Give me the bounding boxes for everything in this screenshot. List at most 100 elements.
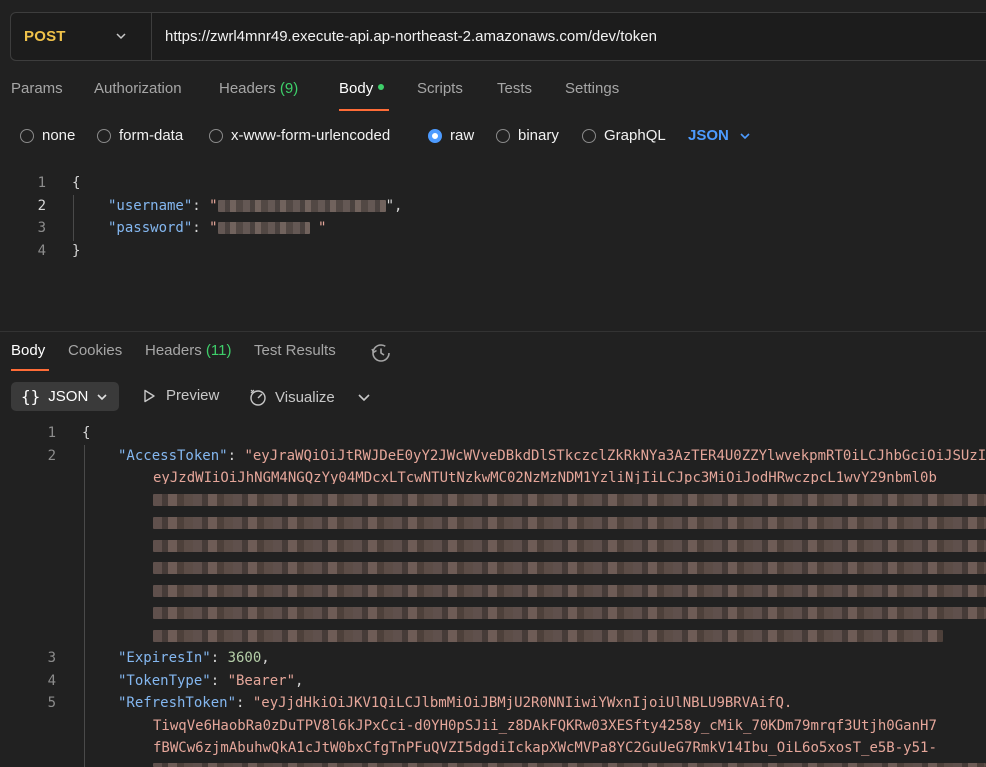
redacted-token-line [153,630,943,642]
radio-binary[interactable]: binary [496,127,559,144]
resp-tab-test-results[interactable]: Test Results [254,342,336,359]
redacted-token-line [153,585,986,597]
code-line-refresh-token-cont: fBWCw6zjmAbuhwQkA1cJtW0bxCfgTnPFuQVZI5dg… [153,740,937,756]
radio-form-data[interactable]: form-data [97,127,183,144]
tab-body[interactable]: Body [339,80,385,97]
line-number: 4 [37,243,46,259]
redacted-token-line [153,562,986,574]
line-number: 4 [47,673,56,689]
code-close-brace: } [72,243,81,259]
redacted-token-line [153,517,986,529]
json-key: "username" [108,198,193,214]
code-line-username: "username": " ", [108,198,403,214]
json-quote: " [209,198,218,214]
code-line-expires: "ExpiresIn": 3600, [118,650,270,666]
modified-dot-icon [378,84,385,91]
radio-raw[interactable]: raw [428,127,474,144]
redacted-value [217,222,310,234]
chevron-down-icon [740,132,750,139]
radio-selected-icon [428,128,442,143]
radio-graphql[interactable]: GraphQL [582,127,666,144]
tab-tests[interactable]: Tests [497,80,532,97]
radio-circle-icon [20,128,34,143]
radio-circle-icon [209,128,223,143]
code-line-access-token-cont: eyJzdWIiOiJhNGM4NGQzYy04MDcxLTcwNTUtNzkw… [153,470,937,484]
redacted-token-line [153,540,986,552]
json-number: 3600 [227,650,262,666]
visualize-icon [250,389,266,406]
line-number: 1 [47,425,56,441]
panel-divider[interactable] [0,331,986,332]
redacted-value [217,200,386,212]
tab-params[interactable]: Params [11,80,63,97]
chevron-down-icon[interactable] [357,390,371,404]
radio-none[interactable]: none [20,127,75,144]
tab-scripts[interactable]: Scripts [417,80,463,97]
request-url-bar: POST https://zwrl4mnr49.execute-api.ap-n… [10,12,986,61]
json-key: "ExpiresIn" [118,650,211,666]
headers-count: (9) [279,80,299,97]
redacted-token-line [153,494,986,506]
response-format-label: JSON [48,388,89,405]
radio-binary-label: binary [518,127,559,144]
code-open-brace: { [72,175,81,191]
line-number: 3 [37,220,46,236]
tab-headers-label: Headers [219,80,276,97]
radio-graphql-label: GraphQL [604,127,666,144]
response-format-selector[interactable]: {} JSON [11,382,119,411]
radio-urlencoded[interactable]: x-www-form-urlencoded [209,127,390,144]
json-key: "RefreshToken" [118,695,237,711]
method-label: POST [24,28,66,45]
language-selector[interactable]: JSON [688,127,751,144]
line-number: 5 [47,695,56,711]
redacted-token-line [153,607,986,619]
visualize-button[interactable]: Visualize [248,387,335,407]
active-tab-indicator [339,109,389,111]
radio-raw-label: raw [450,127,475,144]
url-input[interactable]: https://zwrl4mnr49.execute-api.ap-northe… [152,28,657,45]
resp-tab-body[interactable]: Body [11,342,45,359]
json-key: "password" [108,220,193,236]
history-icon[interactable] [370,342,392,364]
line-number: 2 [47,448,56,464]
code-line-access-token: "AccessToken": "eyJraWQiOiJtRWJDeE0yY2JW… [118,448,986,464]
json-quote: " [209,220,218,236]
chevron-down-icon [97,393,107,400]
tab-headers[interactable]: Headers (9) [219,80,298,97]
resp-tab-headers[interactable]: Headers (11) [145,342,231,359]
language-label: JSON [688,127,729,144]
code-line-refresh-token-cont: TiwqVe6HaobRa0zDuTPV8l6kJPxCci-d0YH0pSJi… [153,718,937,734]
json-punct: ", [385,198,403,214]
tab-authorization[interactable]: Authorization [94,80,182,97]
json-key: "AccessToken" [118,448,228,464]
radio-form-data-label: form-data [119,127,184,144]
json-quote: " [309,220,327,236]
resp-tab-headers-label: Headers [145,342,202,359]
chevron-down-icon [116,33,126,40]
code-line-password: "password": " " [108,220,327,236]
json-string: "eyJraWQiOiJtRWJDeE0yY2JWcWVveDBkdDlSTkc… [244,448,986,464]
radio-urlencoded-label: x-www-form-urlencoded [231,127,391,144]
radio-circle-icon [496,128,510,143]
line-number: 2 [37,198,46,214]
braces-icon: {} [21,387,41,406]
line-number: 3 [47,650,56,666]
visualize-label: Visualize [275,388,335,406]
tab-settings[interactable]: Settings [565,80,619,97]
json-string: "Bearer" [227,673,296,689]
preview-label: Preview [166,387,220,404]
radio-circle-icon [582,128,596,143]
json-string: "eyJjdHkiOiJKV1QiLCJlbmMiOiJBMjU2R0NNIiw… [252,695,793,711]
indent-guide [84,445,85,767]
resp-tab-cookies[interactable]: Cookies [68,342,122,359]
active-resp-tab-indicator [11,369,49,371]
tab-body-label: Body [339,80,374,97]
method-selector[interactable]: POST [11,13,152,60]
line-number: 1 [37,175,46,191]
preview-button[interactable]: Preview [141,387,219,404]
code-line-token-type: "TokenType": "Bearer", [118,673,304,689]
json-key: "TokenType" [118,673,211,689]
code-open-brace: { [82,425,91,441]
code-line-refresh-token: "RefreshToken": "eyJjdHkiOiJKV1QiLCJlbmM… [118,695,793,711]
redacted-token-line [153,763,986,767]
